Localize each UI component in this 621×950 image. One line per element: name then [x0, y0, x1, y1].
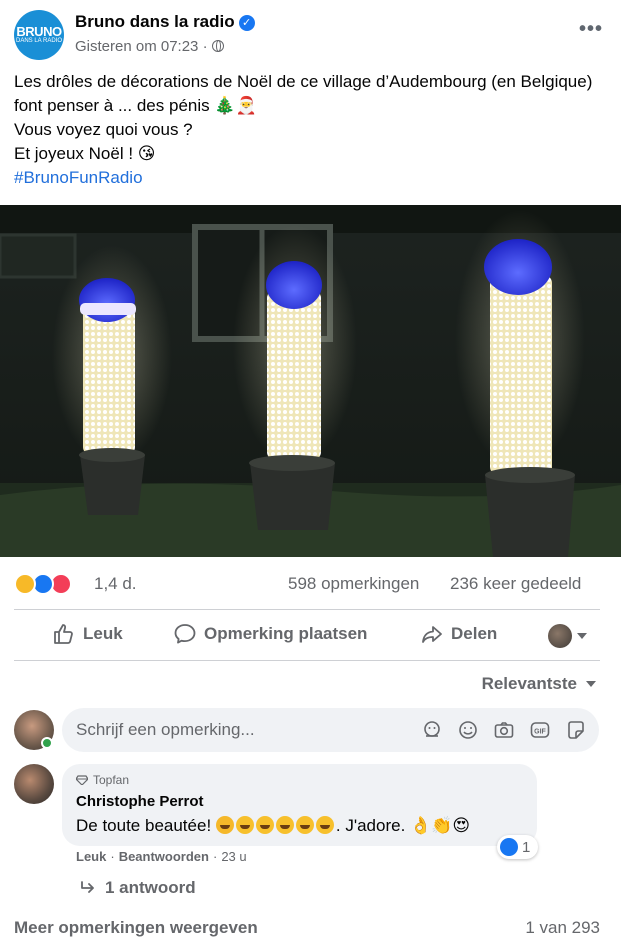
sticker-icon[interactable] — [565, 719, 587, 741]
thumbs-up-icon — [54, 624, 73, 644]
post-header: BRUNO DANS LA RADIO Bruno dans la radio ✓… — [14, 10, 607, 60]
divider — [14, 660, 600, 661]
comment-text-start: De toute beautée! — [76, 816, 212, 835]
action-bar: Leuk Opmerking plaatsen Delen — [14, 612, 607, 658]
separator: · — [212, 849, 218, 864]
separator: · — [110, 849, 115, 864]
post-message: Les drôles de décorations de Noël de ce … — [14, 70, 607, 190]
comment-bubble: Topfan Christophe Perrot De toute beauté… — [62, 764, 537, 846]
comment-text-middle: . J'adore. — [335, 816, 406, 835]
reaction-icons[interactable] — [14, 573, 84, 595]
logo-wordmark: BRUNO — [16, 24, 62, 39]
avatar-sticker-icon[interactable] — [421, 719, 443, 741]
comment-pagination: 1 van 293 — [525, 918, 600, 937]
comment-time[interactable]: 23 u — [221, 849, 246, 864]
diamond-icon — [76, 775, 88, 785]
haha-reaction-icon — [14, 573, 36, 595]
comment-reaction-pill[interactable]: 1 — [497, 835, 539, 859]
view-replies-link[interactable]: 1 antwoord — [80, 878, 196, 898]
sort-label: Relevantste — [481, 674, 577, 693]
more-options-icon[interactable]: ••• — [579, 18, 603, 41]
comment-emojis: 👌👏😍 — [410, 816, 471, 835]
chevron-down-icon — [586, 681, 596, 687]
emoji-icon[interactable] — [457, 719, 479, 741]
comment-author[interactable]: Christophe Perrot — [76, 793, 204, 810]
grin-emoji-icon — [275, 816, 294, 834]
verified-badge-icon: ✓ — [238, 15, 255, 31]
more-comments-link[interactable]: Meer opmerkingen weergeven — [14, 918, 258, 938]
comment-actions: Leuk · Beantwoorden · 23 u — [76, 849, 247, 864]
grin-emoji-icon — [255, 816, 274, 834]
commenter-avatar[interactable] — [14, 764, 54, 804]
badge-label: Topfan — [93, 773, 130, 787]
gif-icon[interactable]: GIF — [529, 719, 551, 741]
share-button[interactable]: Delen — [420, 622, 497, 646]
reply-arrow-icon — [81, 881, 94, 893]
top-fan-badge[interactable]: Topfan — [76, 773, 129, 787]
reaction-count[interactable]: 1,4 d. — [94, 574, 137, 594]
like-reaction-icon — [500, 838, 518, 856]
share-label: Delen — [451, 624, 498, 643]
comment-reply-link[interactable]: Beantwoorden — [119, 849, 209, 864]
camera-icon[interactable] — [493, 719, 515, 741]
grin-emoji-icon — [295, 816, 314, 834]
comment-composer[interactable]: GIF — [62, 708, 599, 752]
svg-text:GIF: GIF — [534, 729, 546, 736]
online-status-dot — [41, 737, 53, 749]
share-arrow-icon — [422, 626, 442, 643]
christmas-lights-photo — [0, 205, 621, 557]
page-name-link[interactable]: Bruno dans la radio ✓ — [75, 12, 255, 32]
post-line: Et joyeux Noël ! 😘 — [14, 144, 156, 163]
hashtag-link[interactable]: #BrunoFunRadio — [14, 166, 607, 190]
like-button[interactable]: Leuk — [52, 622, 123, 646]
comment-reaction-count: 1 — [522, 838, 531, 856]
divider — [14, 609, 600, 610]
comment-like-link[interactable]: Leuk — [76, 849, 106, 864]
post-stats: 1,4 d. 598 opmerkingen 236 keer gedeeld — [14, 570, 607, 598]
user-avatar — [548, 624, 572, 648]
timestamp-text: Gisteren om 07:23 · — [75, 38, 208, 55]
grin-emoji-icon — [235, 816, 254, 834]
comment-label: Opmerking plaatsen — [204, 624, 368, 643]
composer-icons: GIF — [421, 719, 587, 741]
post-line: Les drôles de décorations de Noël de ce … — [14, 72, 593, 115]
comment-sort-dropdown[interactable]: Relevantste — [482, 674, 596, 694]
chevron-down-icon — [577, 633, 587, 639]
page-name: Bruno dans la radio — [75, 12, 235, 31]
comment-button[interactable]: Opmerking plaatsen — [173, 622, 367, 646]
globe-icon — [211, 40, 224, 52]
grin-emoji-icon — [315, 816, 334, 834]
logo-tagline: DANS LA RADIO — [15, 38, 62, 44]
speech-bubble-icon — [174, 624, 196, 644]
smirk-emoji-icon — [215, 816, 234, 834]
comment-input[interactable] — [76, 720, 396, 740]
post-timestamp[interactable]: Gisteren om 07:23 · — [75, 38, 224, 55]
comment-text: De toute beautée! . J'adore. 👌👏😍 — [76, 816, 470, 836]
comments-count[interactable]: 598 opmerkingen — [288, 574, 419, 594]
like-label: Leuk — [83, 624, 123, 643]
replies-label: 1 antwoord — [105, 878, 196, 897]
page-logo[interactable]: BRUNO DANS LA RADIO — [14, 10, 64, 60]
react-as-selector[interactable] — [548, 624, 587, 648]
shares-count[interactable]: 236 keer gedeeld — [450, 574, 581, 594]
post-line: Vous voyez quoi vous ? — [14, 120, 193, 139]
post-photo[interactable] — [0, 205, 621, 557]
